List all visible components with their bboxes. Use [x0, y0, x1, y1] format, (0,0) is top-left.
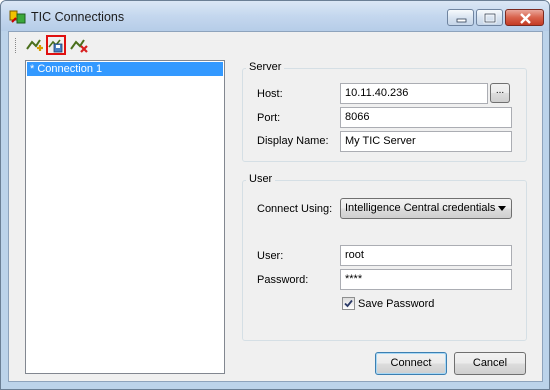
password-label: Password: — [257, 274, 309, 286]
dialog-client-area: * Connection 1 Server Host: 10.11.40.236… — [8, 31, 543, 382]
delete-connection-icon — [70, 39, 88, 53]
maximize-button[interactable] — [476, 9, 503, 26]
title-bar[interactable]: TIC Connections — [1, 1, 549, 31]
app-icon — [9, 9, 27, 25]
add-connection-button[interactable] — [25, 35, 45, 55]
window-title: TIC Connections — [31, 10, 125, 24]
toolbar-grip[interactable] — [15, 38, 18, 53]
connect-button[interactable]: Connect — [375, 352, 447, 375]
connect-using-value: Intelligence Central credentials — [345, 202, 496, 214]
port-field[interactable]: 8066 — [340, 107, 512, 128]
save-connection-icon — [48, 39, 63, 53]
chevron-down-icon — [498, 206, 506, 211]
browse-host-button[interactable]: ... — [490, 83, 510, 103]
list-item-connection-1[interactable]: * Connection 1 — [27, 62, 223, 76]
port-label: Port: — [257, 112, 281, 124]
checkmark-icon — [344, 299, 353, 308]
connect-using-dropdown[interactable]: Intelligence Central credentials — [340, 198, 512, 219]
add-connection-icon — [26, 39, 43, 51]
display-name-field[interactable]: My TIC Server — [340, 131, 512, 152]
connect-using-label: Connect Using: — [257, 203, 333, 215]
save-password-label[interactable]: Save Password — [358, 298, 434, 310]
user-field[interactable]: root — [340, 245, 512, 266]
host-label: Host: — [257, 88, 283, 100]
minimize-button[interactable] — [447, 9, 474, 26]
toolbar — [9, 32, 542, 58]
tic-connections-window: TIC Connections * Connection 1 Server Ho… — [0, 0, 550, 390]
close-window-button[interactable] — [505, 9, 544, 26]
user-group-label: User — [246, 173, 276, 185]
save-connection-button[interactable] — [46, 35, 66, 55]
save-password-checkbox[interactable] — [342, 297, 355, 310]
server-group-label: Server — [246, 61, 285, 73]
connections-list[interactable]: * Connection 1 — [25, 60, 225, 374]
user-label: User: — [257, 250, 284, 262]
password-field[interactable]: **** — [340, 269, 512, 290]
display-name-label: Display Name: — [257, 135, 329, 147]
delete-connection-button[interactable] — [69, 35, 89, 55]
cancel-button[interactable]: Cancel — [454, 352, 526, 375]
host-field[interactable]: 10.11.40.236 — [340, 83, 488, 104]
